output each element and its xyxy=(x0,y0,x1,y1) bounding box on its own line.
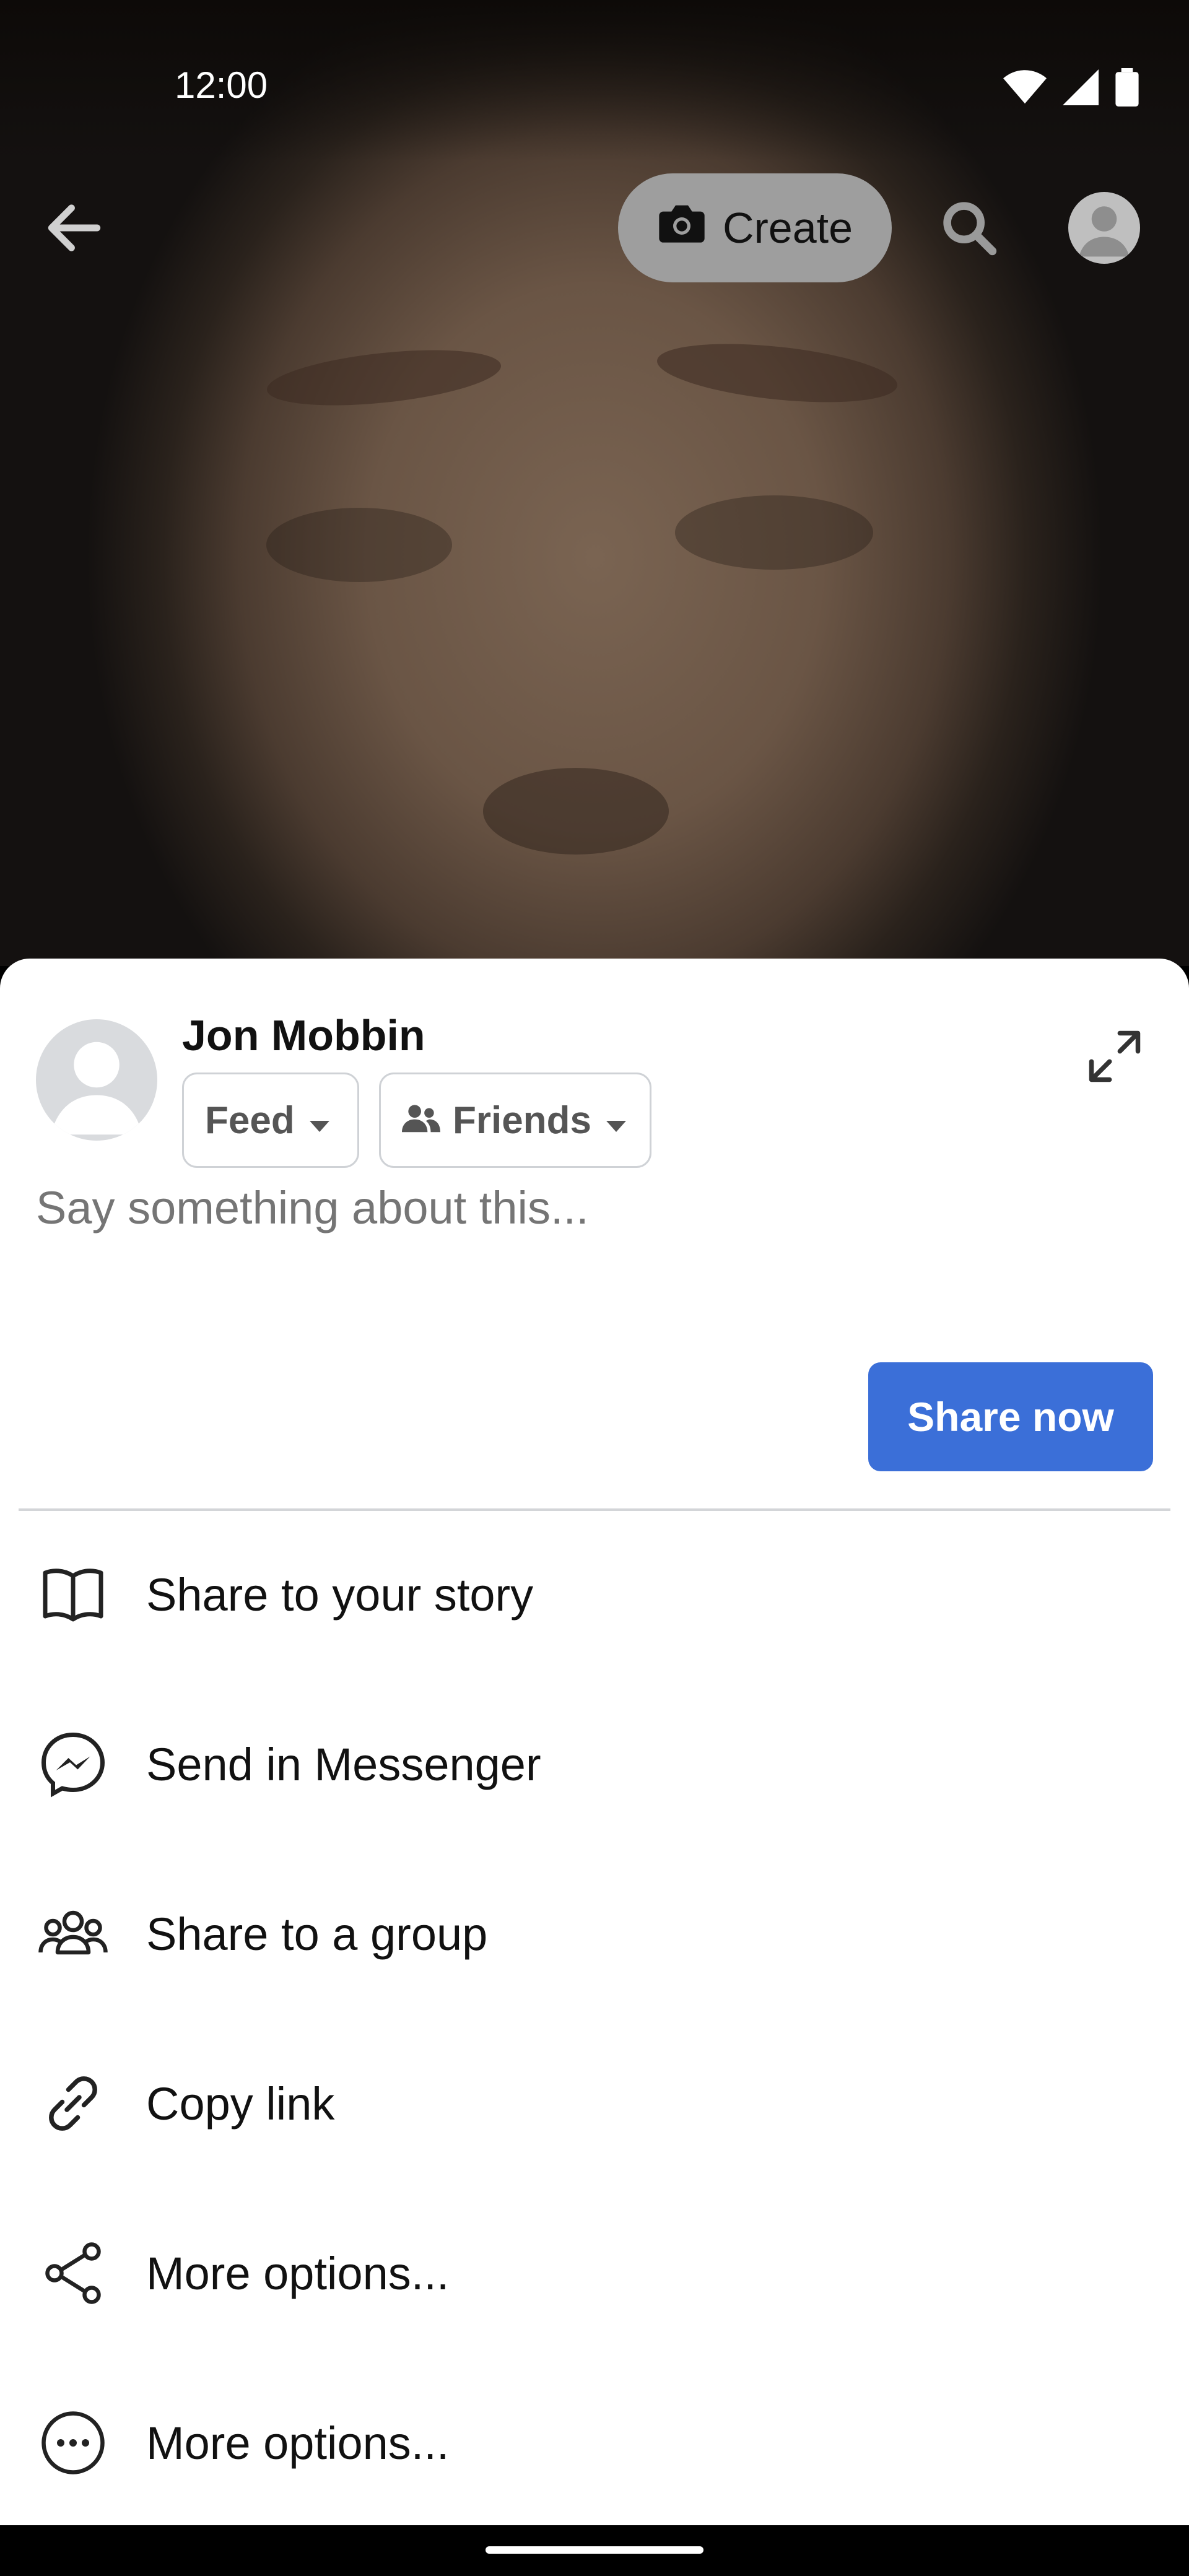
search-button[interactable] xyxy=(932,192,1006,266)
option-share-to-story[interactable]: Share to your story xyxy=(0,1510,1189,1679)
create-button[interactable]: Create xyxy=(618,173,892,282)
caret-down-icon xyxy=(307,1099,332,1142)
option-label: Share to a group xyxy=(146,1908,488,1960)
home-handle[interactable] xyxy=(486,2546,703,2554)
option-label: More options... xyxy=(146,2247,450,2299)
background-photo xyxy=(0,0,1189,966)
option-send-in-messenger[interactable]: Send in Messenger xyxy=(0,1679,1189,1849)
expand-icon xyxy=(1084,1025,1146,1090)
caption-input[interactable] xyxy=(36,1181,1138,1234)
messenger-icon xyxy=(36,1727,110,1801)
back-button[interactable] xyxy=(37,192,111,266)
user-name: Jon Mobbin xyxy=(182,1011,425,1060)
camera-icon xyxy=(657,201,707,255)
option-more-options[interactable]: More options... xyxy=(0,2358,1189,2528)
book-icon xyxy=(36,1557,110,1632)
option-more-options-share[interactable]: More options... xyxy=(0,2188,1189,2358)
group-icon xyxy=(36,1897,110,1971)
search-icon xyxy=(938,197,1000,262)
audience-dropdown[interactable]: Friends xyxy=(379,1073,651,1168)
user-avatar xyxy=(36,1019,157,1141)
link-icon xyxy=(36,2066,110,2141)
system-nav-bar xyxy=(0,2525,1189,2576)
destination-label: Feed xyxy=(205,1099,295,1142)
back-arrow-icon xyxy=(40,194,108,265)
option-label: More options... xyxy=(146,2417,450,2469)
battery-icon xyxy=(1115,68,1139,110)
share-icon xyxy=(36,2236,110,2310)
option-share-to-group[interactable]: Share to a group xyxy=(0,1849,1189,2019)
expand-button[interactable] xyxy=(1078,1020,1152,1095)
profile-avatar[interactable] xyxy=(1068,192,1140,264)
more-horizontal-icon xyxy=(36,2406,110,2480)
friends-icon xyxy=(402,1099,440,1142)
caret-down-icon xyxy=(604,1099,629,1142)
option-label: Send in Messenger xyxy=(146,1738,541,1790)
status-bar: 12:00 xyxy=(0,0,1189,107)
option-label: Share to your story xyxy=(146,1569,534,1621)
cellular-icon xyxy=(1063,69,1099,108)
share-options-list: Share to your story Send in Messenger Sh… xyxy=(0,1510,1189,2528)
share-now-button[interactable]: Share now xyxy=(868,1362,1153,1471)
top-actions: Create xyxy=(0,167,1189,291)
option-label: Copy link xyxy=(146,2078,335,2130)
create-label: Create xyxy=(722,204,853,252)
destination-dropdown[interactable]: Feed xyxy=(182,1073,359,1168)
status-time: 12:00 xyxy=(175,64,268,106)
share-sheet: Jon Mobbin Feed Friends Share now xyxy=(0,959,1189,2525)
wifi-icon xyxy=(1003,69,1047,109)
share-composer: Jon Mobbin Feed Friends Share now xyxy=(0,959,1189,1497)
option-copy-link[interactable]: Copy link xyxy=(0,2019,1189,2188)
audience-label: Friends xyxy=(453,1099,591,1142)
